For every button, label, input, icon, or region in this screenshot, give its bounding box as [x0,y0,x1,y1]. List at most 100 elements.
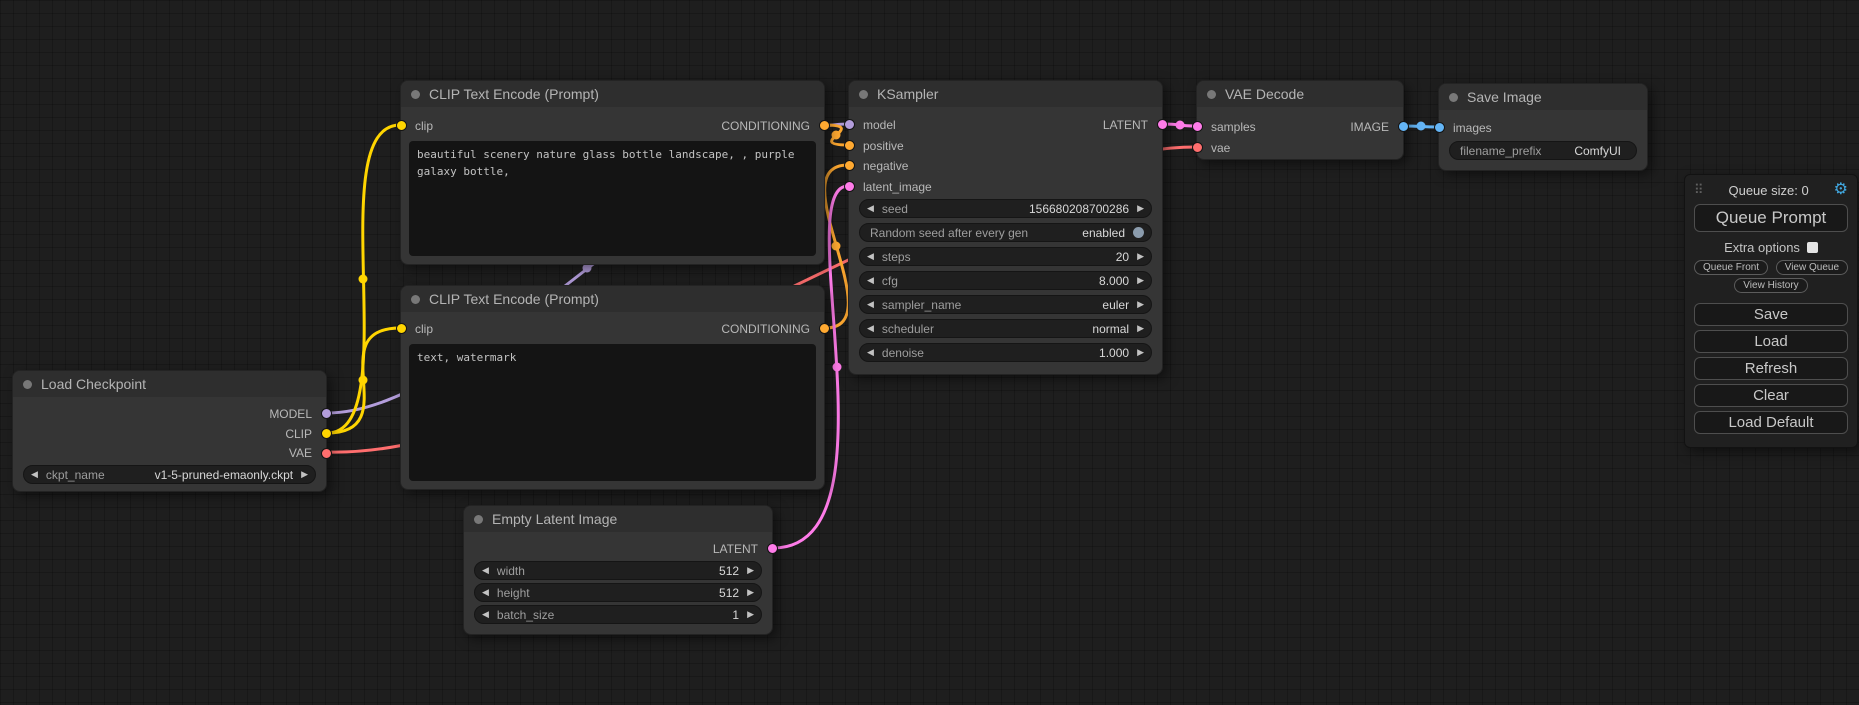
input-dot-samples[interactable] [1192,121,1203,132]
node-clip-text-encode-positive[interactable]: CLIP Text Encode (Prompt) clip CONDITION… [400,80,825,265]
refresh-button[interactable]: Refresh [1694,357,1848,380]
widget-filename-prefix[interactable]: filename_prefix ComfyUI [1449,141,1637,160]
input-dot-model[interactable] [844,119,855,130]
node-save-image[interactable]: Save Image images filename_prefix ComfyU… [1438,83,1648,171]
output-dot-model[interactable] [321,408,332,419]
clear-button[interactable]: Clear [1694,384,1848,407]
queue-prompt-button[interactable]: Queue Prompt [1694,204,1848,232]
widget-value: v1-5-pruned-emaonly.ckpt [155,468,294,482]
node-title-bar[interactable]: CLIP Text Encode (Prompt) [401,81,824,107]
view-queue-button[interactable]: View Queue [1776,260,1848,275]
collapse-dot-icon[interactable] [1207,90,1216,99]
collapse-dot-icon[interactable] [411,295,420,304]
node-empty-latent-image[interactable]: Empty Latent Image LATENT ◀ width 512 ▶ … [463,505,773,635]
output-dot-vae[interactable] [321,448,332,459]
input-dot-vae[interactable] [1192,142,1203,153]
decrement-arrow-icon[interactable]: ◀ [867,300,874,309]
widget-width[interactable]: ◀ width 512 ▶ [474,561,762,580]
widget-label: ckpt_name [46,468,105,482]
input-label-clip: clip [415,320,433,338]
output-dot-image[interactable] [1398,121,1409,132]
decrement-arrow-icon[interactable]: ◀ [867,252,874,261]
input-dot-positive[interactable] [844,140,855,151]
decrement-arrow-icon[interactable]: ◀ [482,566,489,575]
decrement-arrow-icon[interactable]: ◀ [31,470,38,479]
node-title-bar[interactable]: Empty Latent Image [464,506,772,532]
graph-canvas[interactable]: Load Checkpoint MODEL CLIP VAE ◀ ckpt_na… [0,0,1859,705]
widget-cfg[interactable]: ◀ cfg 8.000 ▶ [859,271,1152,290]
output-label-model: MODEL [269,405,312,423]
increment-arrow-icon[interactable]: ▶ [1137,324,1144,333]
widget-height[interactable]: ◀ height 512 ▶ [474,583,762,602]
input-label-model: model [863,116,896,134]
load-button[interactable]: Load [1694,330,1848,353]
increment-arrow-icon[interactable]: ▶ [1137,300,1144,309]
wire-clip-negative[interactable] [327,328,400,433]
increment-arrow-icon[interactable]: ▶ [1137,348,1144,357]
increment-arrow-icon[interactable]: ▶ [1137,204,1144,213]
load-default-button[interactable]: Load Default [1694,411,1848,434]
drag-handle-icon[interactable]: ⠿ [1694,182,1704,198]
queue-front-button[interactable]: Queue Front [1694,260,1768,275]
widget-random-seed-toggle[interactable]: Random seed after every gen enabled [859,223,1152,242]
widget-ckpt-name[interactable]: ◀ ckpt_name v1-5-pruned-emaonly.ckpt ▶ [23,465,316,484]
widget-denoise[interactable]: ◀ denoise 1.000 ▶ [859,343,1152,362]
increment-arrow-icon[interactable]: ▶ [301,470,308,479]
output-label-image: IMAGE [1350,118,1389,136]
output-dot-clip[interactable] [321,428,332,439]
decrement-arrow-icon[interactable]: ◀ [867,204,874,213]
input-dot-clip[interactable] [396,323,407,334]
output-dot-latent[interactable] [1157,119,1168,130]
decrement-arrow-icon[interactable]: ◀ [867,324,874,333]
widget-batch-size[interactable]: ◀ batch_size 1 ▶ [474,605,762,624]
prompt-textarea[interactable]: beautiful scenery nature glass bottle la… [409,141,816,256]
decrement-arrow-icon[interactable]: ◀ [867,348,874,357]
node-clip-text-encode-negative[interactable]: CLIP Text Encode (Prompt) clip CONDITION… [400,285,825,490]
output-label-conditioning: CONDITIONING [721,117,810,135]
widget-scheduler[interactable]: ◀ scheduler normal ▶ [859,319,1152,338]
input-label-samples: samples [1211,118,1256,136]
collapse-dot-icon[interactable] [23,380,32,389]
widget-steps[interactable]: ◀ steps 20 ▶ [859,247,1152,266]
output-dot-latent[interactable] [767,543,778,554]
node-title-bar[interactable]: Load Checkpoint [13,371,326,397]
node-title-bar[interactable]: VAE Decode [1197,81,1403,107]
decrement-arrow-icon[interactable]: ◀ [482,588,489,597]
collapse-dot-icon[interactable] [859,90,868,99]
increment-arrow-icon[interactable]: ▶ [1137,252,1144,261]
input-dot-negative[interactable] [844,160,855,171]
node-load-checkpoint[interactable]: Load Checkpoint MODEL CLIP VAE ◀ ckpt_na… [12,370,327,492]
decrement-arrow-icon[interactable]: ◀ [867,276,874,285]
increment-arrow-icon[interactable]: ▶ [1137,276,1144,285]
save-button[interactable]: Save [1694,303,1848,326]
increment-arrow-icon[interactable]: ▶ [747,566,754,575]
node-title-bar[interactable]: KSampler [849,81,1162,107]
input-dot-latent-image[interactable] [844,181,855,192]
collapse-dot-icon[interactable] [474,515,483,524]
node-title-bar[interactable]: Save Image [1439,84,1647,110]
view-history-button[interactable]: View History [1734,278,1807,293]
extra-options-checkbox[interactable] [1807,242,1818,253]
extra-options-row: Extra options [1694,239,1848,255]
toggle-knob-icon[interactable] [1133,227,1144,238]
widget-sampler-name[interactable]: ◀ sampler_name euler ▶ [859,295,1152,314]
input-dot-images[interactable] [1434,122,1445,133]
increment-arrow-icon[interactable]: ▶ [747,588,754,597]
wire-clip-positive[interactable] [327,125,400,433]
node-ksampler[interactable]: KSampler model positive negative latent_… [848,80,1163,375]
collapse-dot-icon[interactable] [1449,93,1458,102]
node-vae-decode[interactable]: VAE Decode samples vae IMAGE [1196,80,1404,160]
output-label-vae: VAE [289,444,312,462]
output-dot-conditioning[interactable] [819,323,830,334]
node-title-bar[interactable]: CLIP Text Encode (Prompt) [401,286,824,312]
input-dot-clip[interactable] [396,120,407,131]
output-dot-conditioning[interactable] [819,120,830,131]
settings-gear-icon[interactable]: ⚙ [1834,182,1848,198]
decrement-arrow-icon[interactable]: ◀ [482,610,489,619]
collapse-dot-icon[interactable] [411,90,420,99]
prompt-textarea[interactable]: text, watermark [409,344,816,481]
widget-seed[interactable]: ◀ seed 156680208700286 ▶ [859,199,1152,218]
increment-arrow-icon[interactable]: ▶ [747,610,754,619]
menu-header: ⠿ Queue size: 0 ⚙ [1694,180,1848,200]
wire-image[interactable] [1404,126,1438,127]
